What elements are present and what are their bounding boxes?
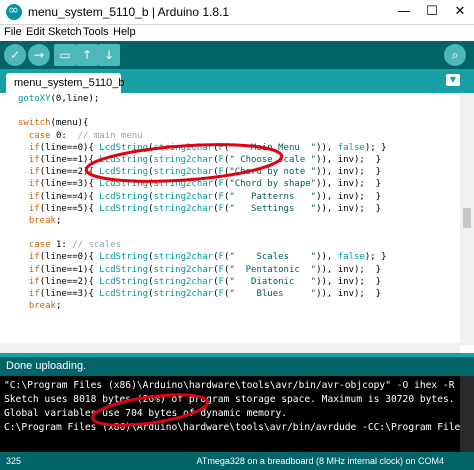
upload-button[interactable]: → <box>28 44 50 66</box>
save-button[interactable]: ↓ <box>98 44 120 66</box>
console-output[interactable]: "C:\Program Files (x86)\Arduino\hardware… <box>0 376 474 452</box>
menu-tools[interactable]: Tools <box>83 26 109 38</box>
code-line[interactable]: case 0: // main menu <box>18 130 387 142</box>
menu-bar: File Edit Sketch Tools Help <box>0 25 474 41</box>
new-file-icon: ▭ <box>59 48 71 62</box>
menu-sketch[interactable]: Sketch <box>48 26 82 38</box>
footer-bar: 325 ATmega328 on a breadboard (8 MHz int… <box>0 452 474 470</box>
arduino-logo-icon <box>6 3 22 20</box>
code-line[interactable]: if(line==5){ LcdString(string2char(F(" S… <box>18 203 387 215</box>
scrollbar-thumb[interactable] <box>463 208 471 228</box>
code-editor[interactable]: gotoXY(0,line); switch(menu){ case 0: //… <box>0 93 474 343</box>
menu-help[interactable]: Help <box>113 26 136 38</box>
window-title: menu_system_5110_b | Arduino 1.8.1 <box>28 5 230 19</box>
code-line[interactable]: gotoXY(0,line); <box>18 93 387 105</box>
menu-edit[interactable]: Edit <box>26 26 45 38</box>
code-line[interactable]: if(line==0){ LcdString(string2char(F(" S… <box>18 251 387 263</box>
status-message: Done uploading. <box>0 357 474 376</box>
new-button[interactable]: ▭ <box>54 44 76 66</box>
tab-sketch[interactable]: menu_system_5110_b <box>6 73 124 93</box>
console-line: "C:\Program Files (x86)\Arduino\hardware… <box>4 380 474 391</box>
menu-file[interactable]: File <box>4 26 22 38</box>
tab-bar: menu_system_5110_b ▼ <box>0 69 474 93</box>
code-line[interactable]: break; <box>18 300 387 312</box>
code-line[interactable]: if(line==3){ LcdString(string2char(F(" B… <box>18 288 387 300</box>
editor-vertical-scrollbar[interactable] <box>460 93 474 345</box>
console-line: Sketch uses 8018 bytes (26%) of program … <box>4 394 455 405</box>
title-bar: menu_system_5110_b | Arduino 1.8.1 — ☐ ✕ <box>0 0 474 25</box>
console-line: C:\Program Files (x86)\Arduino\hardware\… <box>4 422 474 433</box>
verify-button[interactable]: ✓ <box>4 44 26 66</box>
minimize-button[interactable]: — <box>390 0 418 24</box>
tab-menu-button[interactable]: ▼ <box>446 74 460 86</box>
code-line[interactable]: if(line==4){ LcdString(string2char(F(" P… <box>18 191 387 203</box>
code-line[interactable]: if(line==2){ LcdString(string2char(F(" D… <box>18 276 387 288</box>
code-line[interactable]: if(line==3){ LcdString(string2char(F("Ch… <box>18 178 387 190</box>
open-button[interactable]: ↑ <box>76 44 98 66</box>
magnifier-icon: ⌕ <box>451 48 459 62</box>
arrow-up-icon: ↑ <box>81 48 93 62</box>
close-button[interactable]: ✕ <box>446 0 474 24</box>
code-line[interactable] <box>18 227 387 239</box>
arrow-right-icon: → <box>33 48 45 62</box>
editor-horizontal-scrollbar[interactable] <box>0 343 460 353</box>
code-line[interactable]: if(line==2){ LcdString(string2char(F("Ch… <box>18 166 387 178</box>
code-line[interactable]: if(line==1){ LcdString(string2char(F(" P… <box>18 264 387 276</box>
code-line[interactable] <box>18 105 387 117</box>
toolbar: ✓ → ▭ ↑ ↓ ⌕ <box>0 41 474 69</box>
console-text: "C:\Program Files (x86)\Arduino\hardware… <box>4 379 474 435</box>
console-scrollbar[interactable] <box>460 376 474 452</box>
serial-monitor-button[interactable]: ⌕ <box>444 44 466 66</box>
maximize-button[interactable]: ☐ <box>418 0 446 24</box>
console-line: Global variables use 704 bytes of dynami… <box>4 408 288 419</box>
code-text[interactable]: gotoXY(0,line); switch(menu){ case 0: //… <box>18 93 387 312</box>
code-line[interactable]: case 1: // scales <box>18 239 387 251</box>
arrow-down-icon: ↓ <box>103 48 115 62</box>
code-line[interactable]: switch(menu){ <box>18 117 387 129</box>
board-info: ATmega328 on a breadboard (8 MHz interna… <box>196 456 444 466</box>
code-line[interactable]: if(line==0){ LcdString(string2char(F(" M… <box>18 142 387 154</box>
code-line[interactable]: if(line==1){ LcdString(string2char(F(" C… <box>18 154 387 166</box>
check-icon: ✓ <box>9 48 21 62</box>
code-line[interactable]: break; <box>18 215 387 227</box>
line-number: 325 <box>6 456 22 466</box>
